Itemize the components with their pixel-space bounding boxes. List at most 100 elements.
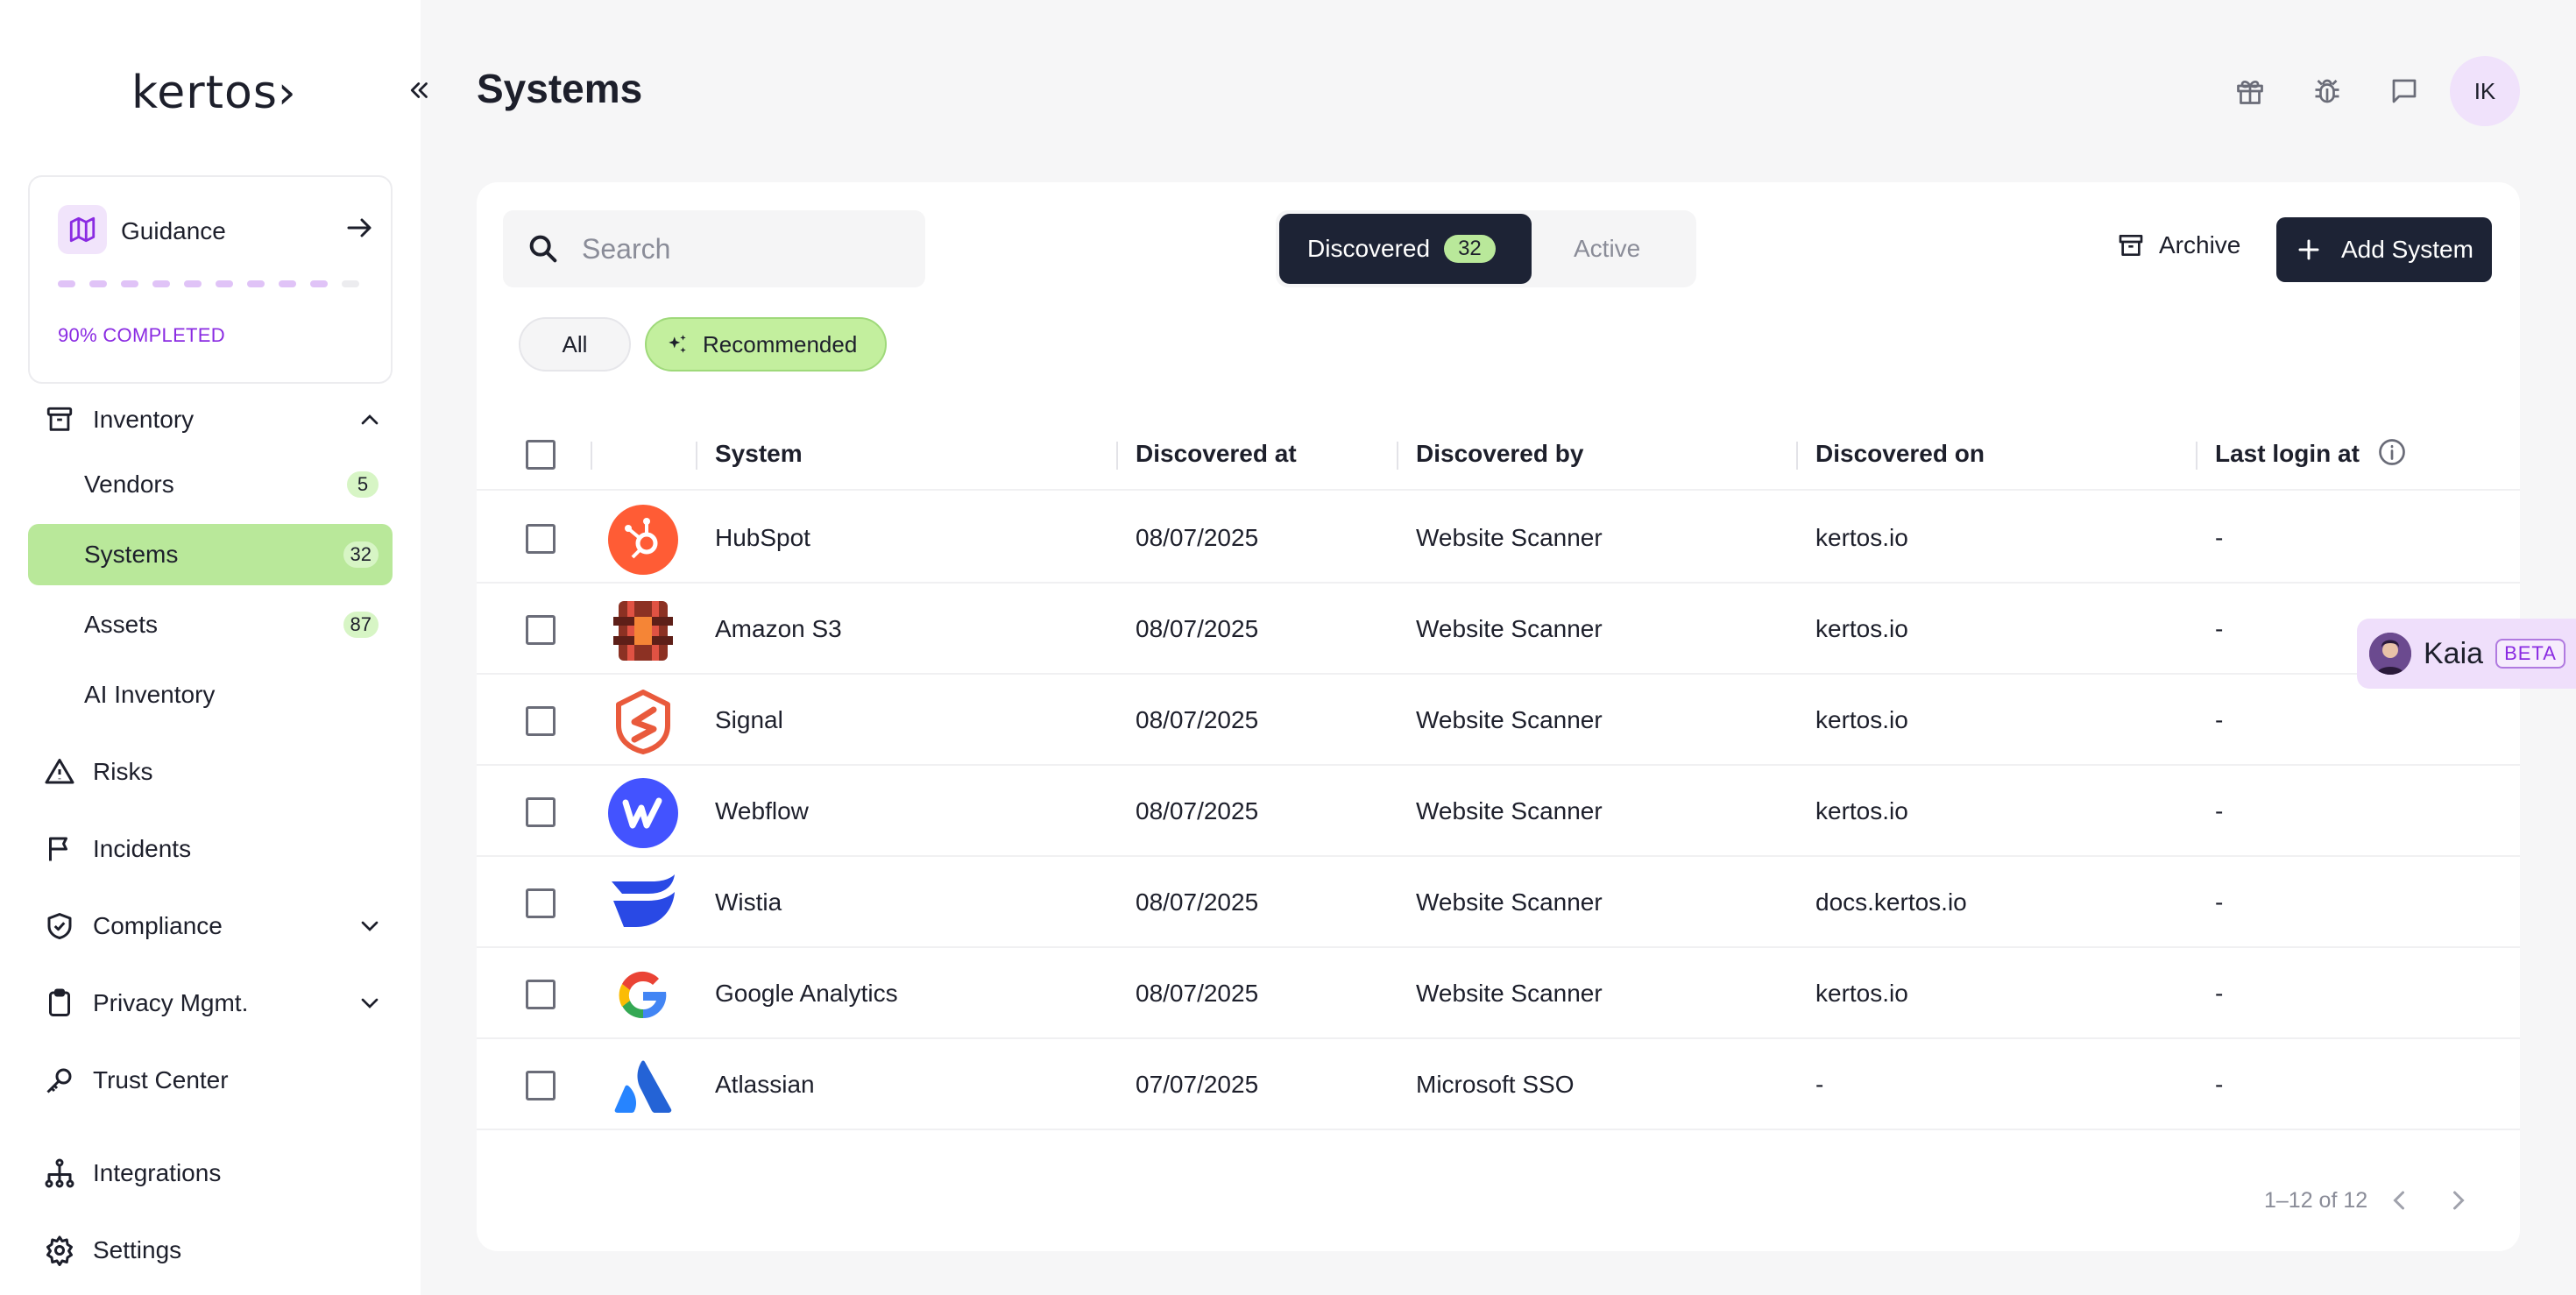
select-all-checkbox[interactable] bbox=[526, 440, 556, 470]
archive-label: Archive bbox=[2159, 231, 2241, 258]
info-icon[interactable] bbox=[2376, 436, 2408, 468]
progress-step bbox=[310, 280, 328, 287]
archive-box-icon bbox=[40, 400, 79, 439]
column-header-discovered-on[interactable]: Discovered on bbox=[1815, 440, 1985, 468]
table-row[interactable]: Signal 08/07/2025 Website Scanner kertos… bbox=[477, 675, 2520, 766]
filter-all[interactable]: All bbox=[519, 317, 631, 372]
row-checkbox[interactable] bbox=[526, 615, 556, 645]
row-checkbox[interactable] bbox=[526, 1071, 556, 1100]
discovered-at: 08/07/2025 bbox=[1136, 797, 1259, 824]
tab-label: Discovered bbox=[1307, 235, 1431, 262]
status-tabs: Discovered 32 Active bbox=[1276, 210, 1696, 287]
table-row[interactable]: Atlassian 07/07/2025 Microsoft SSO - - bbox=[477, 1039, 2520, 1130]
sidebar-item-incidents[interactable]: Incidents bbox=[28, 818, 393, 880]
chevron-right-icon[interactable] bbox=[2443, 1185, 2474, 1216]
chevron-left-icon[interactable] bbox=[2383, 1185, 2415, 1216]
sidebar-item-label: Systems bbox=[84, 541, 179, 568]
progress-step bbox=[58, 280, 75, 287]
table-row[interactable]: Amazon S3 08/07/2025 Website Scanner ker… bbox=[477, 584, 2520, 675]
discovered-on: kertos.io bbox=[1815, 524, 1908, 551]
column-header-last-login[interactable]: Last login at bbox=[2215, 440, 2360, 468]
sidebar-item-ai-inventory[interactable]: AI Inventory bbox=[28, 664, 393, 725]
sidebar-item-trust-center[interactable]: Trust Center bbox=[28, 1050, 393, 1111]
add-system-button[interactable]: Add System bbox=[2276, 217, 2492, 282]
bug-icon[interactable] bbox=[2308, 72, 2346, 110]
search-placeholder: Search bbox=[582, 232, 671, 265]
chat-icon[interactable] bbox=[2385, 72, 2424, 110]
table-row[interactable]: Google Analytics 08/07/2025 Website Scan… bbox=[477, 948, 2520, 1039]
filter-recommended[interactable]: Recommended bbox=[645, 317, 887, 372]
row-checkbox[interactable] bbox=[526, 888, 556, 918]
discovered-by: Website Scanner bbox=[1416, 888, 1603, 916]
sidebar-item-integrations[interactable]: Integrations bbox=[28, 1143, 393, 1204]
table-row[interactable]: HubSpot 08/07/2025 Website Scanner kerto… bbox=[477, 492, 2520, 584]
discovered-by: Website Scanner bbox=[1416, 980, 1603, 1007]
row-checkbox[interactable] bbox=[526, 706, 556, 736]
kaia-assistant-button[interactable]: Kaia BETA bbox=[2357, 619, 2576, 689]
hierarchy-icon bbox=[40, 1154, 79, 1192]
column-header-discovered-at[interactable]: Discovered at bbox=[1136, 440, 1297, 468]
system-name[interactable]: Signal bbox=[715, 706, 783, 734]
amazon-s3-logo-icon bbox=[608, 596, 678, 666]
system-name[interactable]: Google Analytics bbox=[715, 980, 898, 1008]
discovered-by: Website Scanner bbox=[1416, 524, 1603, 551]
tab-discovered[interactable]: Discovered 32 bbox=[1279, 214, 1532, 284]
sidebar-item-systems[interactable]: Systems 32 bbox=[28, 524, 393, 585]
sidebar-item-inventory[interactable]: Inventory bbox=[28, 389, 393, 450]
progress-step bbox=[279, 280, 296, 287]
discovered-on: kertos.io bbox=[1815, 980, 1908, 1007]
arrow-right-icon[interactable] bbox=[343, 212, 375, 244]
sidebar-item-label: AI Inventory bbox=[84, 681, 216, 708]
kaia-name: Kaia bbox=[2424, 636, 2484, 670]
sidebar-item-compliance[interactable]: Compliance bbox=[28, 895, 393, 957]
sidebar-item-privacy[interactable]: Privacy Mgmt. bbox=[28, 973, 393, 1034]
warning-triangle-icon bbox=[40, 753, 79, 791]
kaia-avatar bbox=[2369, 633, 2411, 675]
sidebar-item-risks[interactable]: Risks bbox=[28, 741, 393, 803]
sidebar-item-settings[interactable]: Settings bbox=[28, 1220, 393, 1281]
tab-active[interactable]: Active bbox=[1574, 235, 1640, 263]
last-login: - bbox=[2215, 888, 2224, 916]
row-checkbox[interactable] bbox=[526, 980, 556, 1009]
guidance-progress-bar bbox=[58, 280, 359, 287]
sidebar-item-vendors[interactable]: Vendors 5 bbox=[28, 454, 393, 515]
table-row[interactable]: Wistia 08/07/2025 Website Scanner docs.k… bbox=[477, 857, 2520, 948]
progress-step bbox=[342, 280, 359, 287]
column-divider bbox=[1796, 442, 1798, 470]
collapse-sidebar-button[interactable] bbox=[401, 72, 438, 109]
discovered-at: 08/07/2025 bbox=[1136, 615, 1259, 642]
user-avatar[interactable]: IK bbox=[2450, 56, 2520, 126]
sidebar-item-assets[interactable]: Assets 87 bbox=[28, 594, 393, 655]
search-input[interactable]: Search bbox=[503, 210, 925, 287]
system-name[interactable]: Atlassian bbox=[715, 1071, 815, 1099]
system-name[interactable]: Wistia bbox=[715, 888, 782, 916]
guidance-progress-text: 90% COMPLETED bbox=[58, 324, 225, 346]
plus-icon bbox=[2296, 237, 2322, 263]
discovered-on: - bbox=[1815, 1071, 1824, 1098]
gift-icon[interactable] bbox=[2231, 72, 2269, 110]
table-row[interactable]: Webflow 08/07/2025 Website Scanner kerto… bbox=[477, 766, 2520, 857]
system-name[interactable]: Amazon S3 bbox=[715, 615, 842, 643]
sidebar-item-label: Compliance bbox=[93, 912, 223, 939]
guidance-card[interactable]: Guidance 90% COMPLETED bbox=[28, 175, 393, 384]
column-header-system[interactable]: System bbox=[715, 440, 803, 468]
column-header-discovered-by[interactable]: Discovered by bbox=[1416, 440, 1583, 468]
discovered-on: kertos.io bbox=[1815, 615, 1908, 642]
row-checkbox[interactable] bbox=[526, 797, 556, 827]
count-badge: 87 bbox=[343, 612, 379, 638]
system-name[interactable]: HubSpot bbox=[715, 524, 810, 552]
count-badge: 32 bbox=[343, 541, 379, 568]
system-name[interactable]: Webflow bbox=[715, 797, 809, 825]
chevron-down-icon bbox=[356, 912, 384, 940]
progress-step bbox=[152, 280, 170, 287]
progress-step bbox=[247, 280, 265, 287]
guidance-label: Guidance bbox=[121, 217, 226, 244]
kertos-logo: kertos› bbox=[131, 67, 297, 119]
map-icon bbox=[58, 205, 107, 254]
row-checkbox[interactable] bbox=[526, 524, 556, 554]
archive-button[interactable]: Archive bbox=[2117, 231, 2240, 259]
count-badge: 32 bbox=[1444, 235, 1496, 263]
google-logo-icon bbox=[608, 960, 678, 1030]
last-login: - bbox=[2215, 524, 2224, 551]
last-login: - bbox=[2215, 706, 2224, 733]
